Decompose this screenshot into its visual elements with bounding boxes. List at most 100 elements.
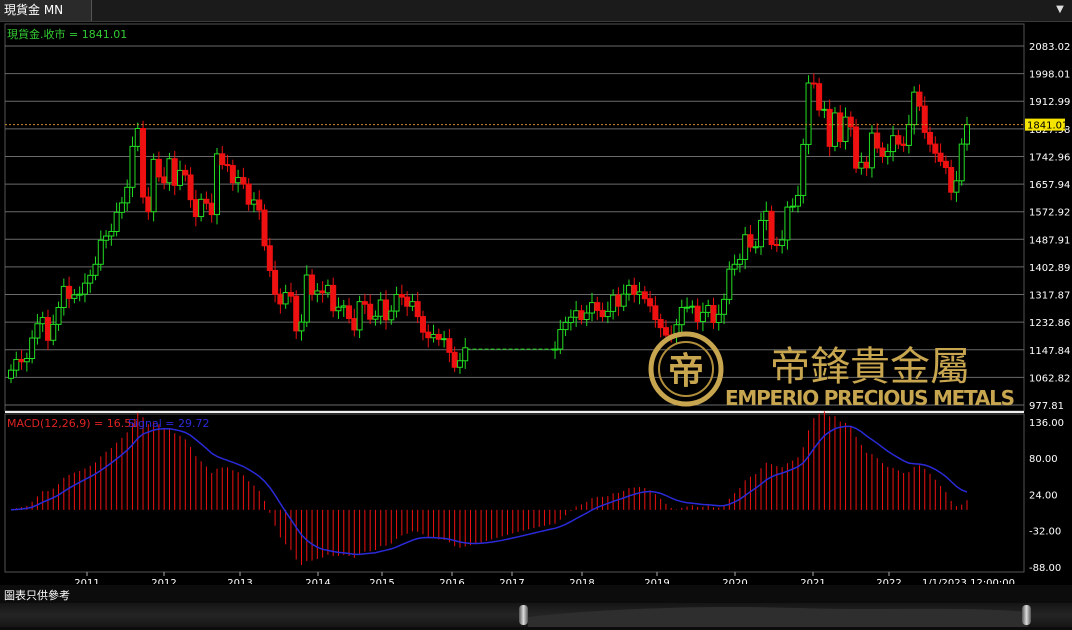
candle-body <box>8 369 14 379</box>
gold-monthly-chart[interactable]: 2083.021998.011912.991827.981742.961657.… <box>0 22 1072 584</box>
candle-body <box>324 284 331 294</box>
candle-body <box>250 199 257 205</box>
watermark-english-name: EMPERIO PRECIOUS METALS <box>725 386 1015 410</box>
candle-body <box>816 83 823 111</box>
last-price-tag: 1841.01 <box>1027 121 1068 132</box>
macd-tick-label: 80.00 <box>1029 454 1058 465</box>
tab-bar: 現貨金 MN ▼ <box>0 0 1072 22</box>
candle-body <box>636 291 643 295</box>
candle-body <box>182 169 189 176</box>
candle-body <box>964 124 970 145</box>
candle-body <box>124 186 131 204</box>
price-series-label: 現貨金.收市 = 1841.01 <box>7 27 127 41</box>
candle-body <box>573 310 580 318</box>
macd-tick-label: -88.00 <box>1029 563 1061 574</box>
scrollbar-right-handle[interactable] <box>1022 605 1031 625</box>
candles-group <box>8 73 970 384</box>
candle-body <box>826 108 833 147</box>
candle-body <box>625 284 632 295</box>
x-tick-label: 2013 <box>227 578 252 584</box>
candle-body <box>874 132 881 149</box>
candle-body <box>34 323 41 339</box>
candle-body <box>171 158 178 186</box>
price-tick-label: 1232.86 <box>1029 318 1070 329</box>
candle-body <box>287 292 294 297</box>
candle-body <box>610 294 617 312</box>
macd-tick-label: 24.00 <box>1029 490 1058 501</box>
candle-body <box>747 234 754 248</box>
candle-body <box>736 258 743 265</box>
x-tick-label: 2014 <box>305 578 330 584</box>
candle-body <box>900 143 907 146</box>
candle-body <box>282 292 289 305</box>
price-tick-label: 977.81 <box>1029 401 1064 412</box>
price-tick-label: 1912.99 <box>1029 97 1070 108</box>
candle-body <box>87 274 94 284</box>
candle-body <box>821 108 828 111</box>
candle-body <box>414 301 421 318</box>
candle-body <box>383 299 390 321</box>
candle-body <box>261 209 268 247</box>
candle-body <box>805 82 812 145</box>
timeline-scrollbar[interactable] <box>0 603 1072 627</box>
candle-body <box>198 198 205 218</box>
candle-body <box>425 331 432 339</box>
candle-body <box>932 143 939 154</box>
candle-body <box>177 169 184 186</box>
candle-body <box>240 177 247 185</box>
candle-body <box>763 210 770 221</box>
candle-body <box>76 293 83 296</box>
candle-body <box>699 311 706 322</box>
candle-body <box>18 358 25 363</box>
candle-body <box>419 316 426 333</box>
chart-tab[interactable]: 現貨金 MN <box>0 0 92 21</box>
candle-body <box>303 274 310 323</box>
candle-body <box>847 116 854 128</box>
emperio-logo-watermark: 帝 帝鋒貴金屬EMPERIO PRECIOUS METALS <box>648 331 1015 410</box>
cursor-date-label: 1/1/2023 12:00:00 <box>922 578 1015 584</box>
candle-body <box>784 206 791 241</box>
price-tick-label: 1657.94 <box>1029 180 1070 191</box>
price-tick-label: 1487.91 <box>1029 235 1070 246</box>
candle-body <box>435 333 442 340</box>
candle-body <box>773 243 780 246</box>
signal-line <box>10 425 968 556</box>
candle-body <box>134 128 141 147</box>
candle-body <box>641 291 648 300</box>
x-tick-label: 2022 <box>876 578 901 584</box>
candle-body <box>731 263 738 270</box>
price-tick-label: 2083.02 <box>1029 42 1070 53</box>
price-tick-label: 1742.96 <box>1029 152 1070 163</box>
candle-body <box>657 319 664 329</box>
candle-body <box>446 338 453 353</box>
candle-body <box>155 158 162 178</box>
candle-body <box>256 199 263 211</box>
candle-body <box>309 274 316 295</box>
candle-body <box>192 199 199 218</box>
candle-body <box>430 333 437 339</box>
candle-body <box>13 358 20 371</box>
price-tick-label: 1317.87 <box>1029 291 1070 302</box>
candle-body <box>927 131 934 145</box>
candle-body <box>794 194 801 207</box>
candle-body <box>81 282 88 295</box>
candle-body <box>361 301 368 305</box>
candle-body <box>314 290 321 295</box>
candle-body <box>398 293 405 298</box>
scrollbar-left-handle[interactable] <box>519 605 528 625</box>
x-tick-label: 2020 <box>722 578 747 584</box>
candle-body <box>213 153 220 216</box>
x-tick-label: 2012 <box>151 578 176 584</box>
chevron-down-icon[interactable]: ▼ <box>1054 4 1066 16</box>
signal-series-label: Signal = 29.72 <box>128 417 210 430</box>
price-tick-label: 1147.84 <box>1029 346 1070 357</box>
price-tick-label: 1062.82 <box>1029 373 1070 384</box>
candle-body <box>562 321 569 331</box>
candle-body <box>684 306 691 309</box>
candle-body <box>721 298 728 315</box>
candle-body <box>662 327 669 336</box>
footer: 圖表只供參考 <box>0 585 1072 630</box>
candle-body <box>377 299 384 317</box>
x-tick-label: 2016 <box>439 578 464 584</box>
candle-body <box>92 263 99 276</box>
